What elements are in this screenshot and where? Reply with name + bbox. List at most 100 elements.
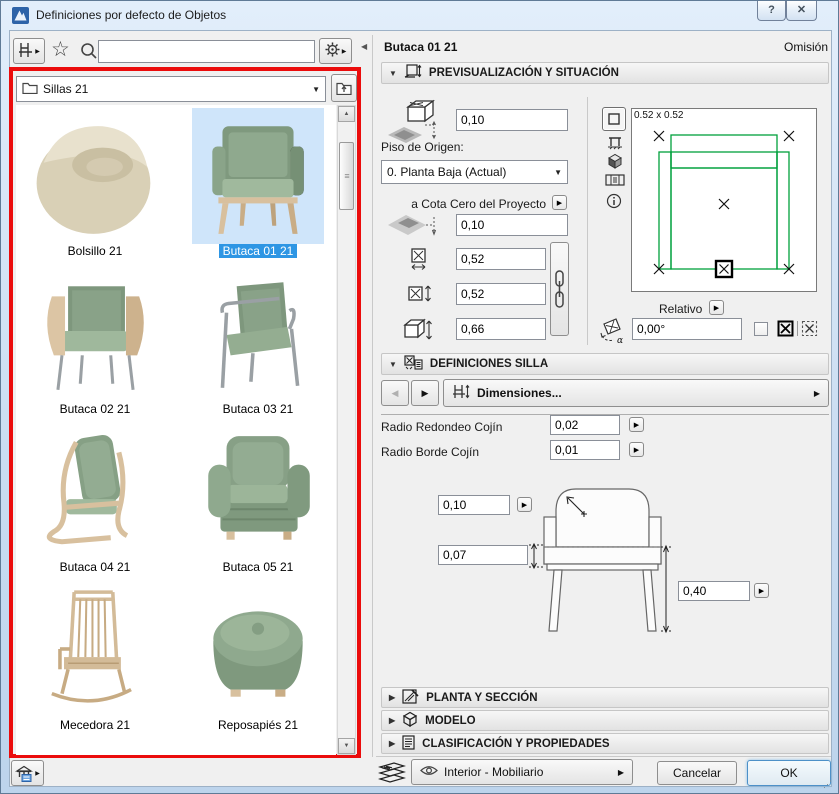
datum-flyout-button[interactable]: ▶ <box>552 195 567 210</box>
folder-icon <box>22 81 38 97</box>
help-button[interactable]: ? <box>757 1 786 21</box>
preview-mode-3d-button[interactable] <box>606 153 623 169</box>
diagram-height-flyout-button[interactable]: ▶ <box>754 583 769 598</box>
relative-label: Relativo <box>659 302 702 316</box>
preview-divider <box>587 97 588 345</box>
object-type-button[interactable]: ▶ <box>13 38 45 64</box>
rotation-angle-icon: α <box>600 316 630 347</box>
diagram-thickness-field[interactable] <box>438 545 528 565</box>
page-back-button[interactable]: ◀ <box>381 380 409 406</box>
chevron-down-icon: ▼ <box>312 85 320 94</box>
settings-gear-button[interactable]: ▶ <box>319 38 352 64</box>
thumbnail-label[interactable]: Mecedora 21 <box>20 718 170 732</box>
folder-dropdown[interactable]: Sillas 21 ▼ <box>16 76 326 102</box>
scrollbar[interactable]: ▲ ≡ ▼ <box>337 105 356 755</box>
list-item[interactable] <box>28 110 163 242</box>
modelo-section-icon <box>402 711 418 730</box>
favorites-star-icon[interactable]: ☆ <box>51 37 70 62</box>
flyout-arrow-icon: ▶ <box>814 389 820 398</box>
thumbnail-label[interactable]: Bolsillo 21 <box>20 244 170 258</box>
ok-button[interactable]: OK <box>747 760 831 786</box>
eye-icon <box>420 765 438 779</box>
mirror-checkbox[interactable] <box>754 322 768 336</box>
preview-mode-front-button[interactable] <box>606 135 623 150</box>
section-preview-title: PREVISUALIZACIÓN Y SITUACIÓN <box>429 67 619 79</box>
layer-value: Interior - Mobiliario <box>444 765 543 779</box>
gear-icon <box>325 42 340 60</box>
section-clasificacion-header[interactable]: ▶ CLASIFICACIÓN Y PROPIEDADES <box>381 733 829 754</box>
search-input[interactable] <box>98 40 315 63</box>
chair-elevation-diagram <box>521 479 691 644</box>
collapse-panel-icon[interactable]: ◀ <box>361 42 367 51</box>
section-collapse-icon: ▼ <box>389 69 397 78</box>
preview-section-icon <box>404 64 422 82</box>
footstool-thumbnail <box>192 584 324 716</box>
elevation-datum-field[interactable] <box>456 214 568 236</box>
plan-preview-drawing <box>632 109 816 291</box>
link-dimensions-button[interactable] <box>550 242 569 336</box>
list-item[interactable] <box>192 426 324 558</box>
thumbnail-label[interactable]: Reposapiés 21 <box>192 718 324 732</box>
popup-arrow-icon: ▶ <box>35 48 40 55</box>
origin-story-label: Piso de Origen: <box>381 140 464 154</box>
cancel-button[interactable]: Cancelar <box>657 761 737 785</box>
param1-field[interactable] <box>550 415 620 435</box>
list-item[interactable] <box>28 268 163 400</box>
dim-height-field[interactable] <box>456 318 546 340</box>
page-selector-dropdown[interactable]: Dimensiones... ▶ <box>443 379 829 407</box>
thumbnail-label[interactable]: Butaca 02 21 <box>20 402 170 416</box>
preview-mode-plan-button[interactable] <box>602 107 626 131</box>
preview-mode-picture-button[interactable] <box>604 172 625 187</box>
page-selector-value: Dimensiones... <box>477 386 562 400</box>
resize-grip[interactable]: ⋰ <box>823 779 831 790</box>
layer-dropdown[interactable]: Interior - Mobiliario ▶ <box>411 759 633 785</box>
section-modelo-header[interactable]: ▶ MODELO <box>381 710 829 731</box>
section-preview-header[interactable]: ▼ PREVISUALIZACIÓN Y SITUACIÓN <box>381 62 829 84</box>
thumbnail-label[interactable]: Butaca 04 21 <box>20 560 170 574</box>
scroll-down-button[interactable]: ▼ <box>338 738 355 754</box>
preview-mode-info-button[interactable] <box>605 192 622 209</box>
close-button[interactable]: ✕ <box>786 1 817 21</box>
elevation-top-field[interactable] <box>456 109 568 131</box>
beanbag-thumbnail <box>28 110 163 242</box>
height-to-zero-icon <box>386 211 446 244</box>
scroll-up-button[interactable]: ▲ <box>338 106 355 122</box>
list-item[interactable] <box>192 268 324 400</box>
hotspot-selected-icon[interactable] <box>777 320 794 340</box>
scrollbar-thumb[interactable]: ≡ <box>339 142 354 210</box>
param2-field[interactable] <box>550 440 620 460</box>
preview-viewport[interactable]: 0.52 x 0.52 <box>631 108 817 292</box>
section-planta-header[interactable]: ▶ PLANTA Y SECCIÓN <box>381 687 829 708</box>
rotation-angle-field[interactable] <box>632 318 742 340</box>
dim-width-field[interactable] <box>456 248 546 270</box>
folder-up-button[interactable] <box>331 74 357 102</box>
library-manager-button[interactable]: ▶ <box>11 760 44 786</box>
section-silla-title: DEFINICIONES SILLA <box>430 358 548 370</box>
param1-flyout-button[interactable]: ▶ <box>629 417 644 432</box>
thumbnail-label[interactable]: Butaca 05 21 <box>192 560 324 574</box>
relative-flyout-button[interactable]: ▶ <box>709 300 724 315</box>
list-item-selected[interactable] <box>192 108 324 244</box>
library-building-icon <box>15 765 33 782</box>
hotspot-unselected-icon[interactable] <box>801 320 818 340</box>
param1-label: Radio Redondeo Cojín <box>381 420 502 434</box>
thumbnail-grid: Bolsillo 21 Butaca 01 21 <box>16 105 336 755</box>
section-silla-header[interactable]: ▼ DEFINICIONES SILLA <box>381 353 829 375</box>
thumbnail-label[interactable]: Butaca 03 21 <box>192 402 324 416</box>
list-item[interactable] <box>28 584 163 716</box>
list-item[interactable] <box>192 584 324 716</box>
list-item[interactable] <box>28 426 163 558</box>
dim-depth-icon <box>407 282 433 309</box>
param2-flyout-button[interactable]: ▶ <box>629 442 644 457</box>
section-expand-icon: ▶ <box>389 693 395 702</box>
origin-story-dropdown[interactable]: 0. Planta Baja (Actual) ▼ <box>381 160 568 184</box>
diagram-radius-field[interactable] <box>438 495 510 515</box>
omission-label: Omisión <box>681 40 828 54</box>
armchair-02-thumbnail <box>28 268 163 400</box>
dim-depth-field[interactable] <box>456 283 546 305</box>
page-forward-button[interactable]: ▶ <box>411 380 439 406</box>
chevron-down-icon: ▼ <box>554 168 562 177</box>
height-above-story-icon <box>386 97 446 146</box>
armchair-03-thumbnail <box>192 268 324 400</box>
thumbnail-label-selected[interactable]: Butaca 01 21 <box>192 244 324 258</box>
